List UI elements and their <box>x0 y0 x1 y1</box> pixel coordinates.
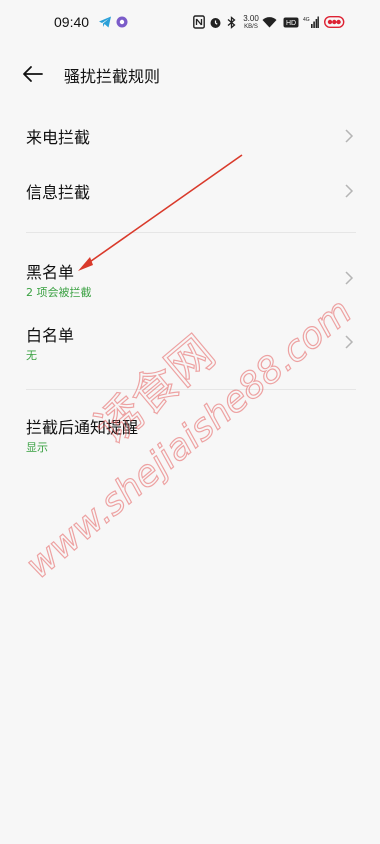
whitelist-row[interactable]: 白名单 无 <box>0 322 380 362</box>
telegram-icon <box>98 14 112 30</box>
wifi-icon <box>262 14 277 30</box>
chevron-right-icon <box>345 271 354 285</box>
whitelist-count: 无 <box>26 349 37 362</box>
page-title: 骚扰拦截规则 <box>64 67 161 86</box>
block-notification-value: 显示 <box>26 441 48 454</box>
blacklist-count: 2 项会被拦截 <box>26 286 92 299</box>
chevron-right-icon <box>345 184 354 198</box>
block-notification-label: 拦截后通知提醒 <box>26 418 139 437</box>
message-block-row[interactable]: 信息拦截 <box>0 179 380 203</box>
battery-icon <box>324 14 346 30</box>
svg-text:4G: 4G <box>303 17 310 23</box>
svg-text:HD: HD <box>286 20 296 27</box>
blacklist-label: 黑名单 <box>26 263 75 282</box>
hd-icon: HD <box>283 14 299 30</box>
network-speed-value: 3.00 <box>243 14 259 23</box>
chevron-right-icon <box>345 129 354 143</box>
whitelist-label: 白名单 <box>26 326 75 345</box>
app-icon <box>116 14 128 30</box>
header: 骚扰拦截规则 <box>0 56 380 92</box>
nfc-icon <box>193 14 205 30</box>
network-speed: 3.00 KB/S <box>242 15 260 31</box>
section-divider <box>26 389 356 390</box>
status-bar: 09:40 3.00 KB/S HD 4G <box>0 0 380 46</box>
back-button[interactable] <box>20 62 48 86</box>
back-arrow-icon <box>23 66 43 82</box>
network-speed-unit: KB/S <box>244 24 258 30</box>
alarm-icon <box>209 14 222 30</box>
chevron-right-icon <box>345 335 354 349</box>
status-time: 09:40 <box>54 14 90 30</box>
section-divider <box>26 232 356 233</box>
bluetooth-icon <box>227 14 236 30</box>
incoming-call-block-label: 来电拦截 <box>26 128 91 147</box>
block-notification-row[interactable]: 拦截后通知提醒 显示 <box>0 414 380 454</box>
signal-icon: 4G <box>303 14 319 30</box>
incoming-call-block-row[interactable]: 来电拦截 <box>0 124 380 148</box>
blacklist-row[interactable]: 黑名单 2 项会被拦截 <box>0 259 380 299</box>
message-block-label: 信息拦截 <box>26 183 91 202</box>
